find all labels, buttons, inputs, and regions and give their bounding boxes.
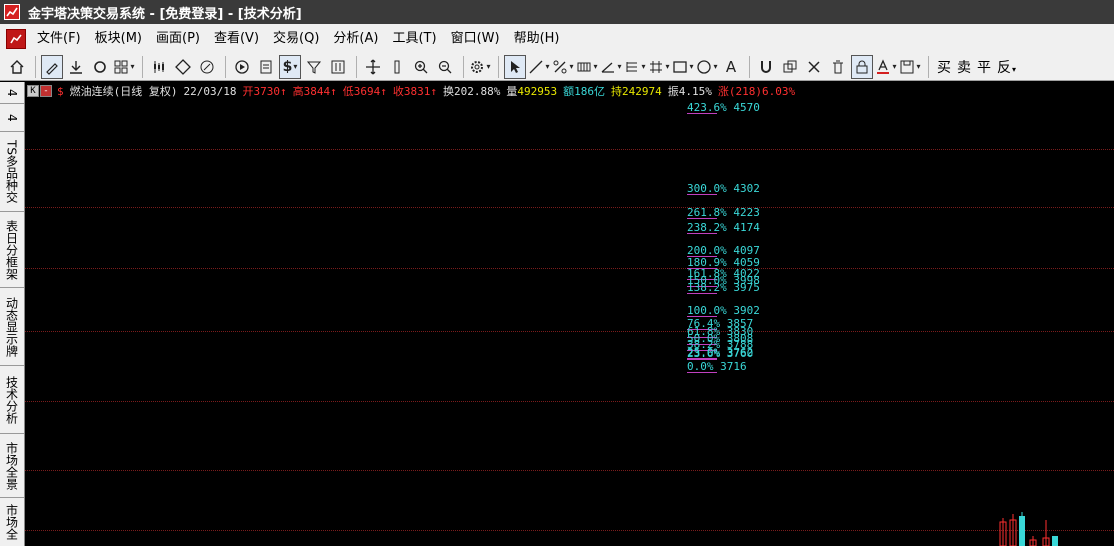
menu-analysis[interactable]: 分析(A): [326, 28, 385, 50]
grid-line: [25, 268, 1114, 269]
minus-button[interactable]: -: [40, 85, 52, 97]
quote-info-bar: K - $ 燃油连续(日线 复权) 22/03/18 开3730↑ 高3844↑…: [27, 84, 801, 98]
grid-line: [25, 207, 1114, 208]
sidebar-tab-market-overview[interactable]: 市场全景: [0, 434, 24, 498]
close-icon[interactable]: [803, 55, 825, 79]
menu-view[interactable]: 查看(V): [207, 28, 266, 50]
ellipse-icon[interactable]: [696, 55, 718, 79]
candlestick-icon[interactable]: [148, 55, 170, 79]
fibonacci-level-label: 261.8% 4223: [687, 206, 760, 220]
menu-help[interactable]: 帮助(H): [507, 28, 567, 50]
high-price: 高3844↑: [292, 85, 337, 98]
dollar-button[interactable]: $: [279, 54, 301, 79]
amplitude: 振4.15%: [667, 85, 712, 98]
open-price: 开3730↑: [242, 85, 287, 98]
low-price: 低3694↑: [342, 85, 387, 98]
zoom-out-icon[interactable]: [434, 55, 456, 79]
grid-line: [25, 331, 1114, 332]
trash-icon[interactable]: [827, 55, 849, 79]
volume-value: 492953: [517, 84, 558, 98]
pointer-icon[interactable]: [504, 54, 526, 79]
toolbar: $ A 买 卖 平 反: [0, 53, 1114, 81]
save-icon[interactable]: [899, 55, 921, 79]
download-icon[interactable]: [65, 55, 87, 79]
font-color-icon[interactable]: [875, 55, 897, 79]
sidebar-tab-multi-symbol[interactable]: TS多品种交: [0, 132, 24, 212]
grid-line: [25, 149, 1114, 150]
filter-icon[interactable]: [303, 55, 325, 79]
symbol-name: 燃油连续(日线 复权): [69, 85, 178, 98]
sidebar-tab-technical-analysis[interactable]: 技术分析: [0, 366, 24, 434]
channel-icon[interactable]: [576, 55, 598, 79]
sort-icon[interactable]: [327, 55, 349, 79]
copy-icon[interactable]: [779, 55, 801, 79]
line-tool-icon[interactable]: [528, 55, 550, 79]
gear-icon[interactable]: [469, 55, 491, 79]
edit-icon[interactable]: [196, 55, 218, 79]
magnet-icon[interactable]: [755, 55, 777, 79]
grid-line: [25, 470, 1114, 471]
change: 涨(218)6.03%: [717, 85, 796, 98]
sell-button[interactable]: 卖: [957, 57, 971, 77]
fibonacci-level-label: 100.0% 3902: [687, 303, 760, 317]
sidebar-tab-frame[interactable]: 表日分框架: [0, 212, 24, 288]
menu-tools[interactable]: 工具(T): [385, 28, 443, 50]
document-icon[interactable]: [255, 55, 277, 79]
text-tool-button[interactable]: A: [720, 55, 742, 79]
lock-icon[interactable]: [851, 54, 873, 79]
fibonacci-level-label: 0.0% 3716: [687, 360, 747, 373]
sidebar-tab-dynamic-board[interactable]: 动态显示牌: [0, 288, 24, 366]
fibonacci-level-label: 138.2% 3975: [687, 281, 760, 295]
menu-screen[interactable]: 画面(P): [149, 28, 207, 50]
refresh-icon[interactable]: [89, 55, 111, 79]
menu-window[interactable]: 窗口(W): [444, 28, 507, 50]
layout-grid-icon[interactable]: [113, 55, 135, 79]
currency-marker: $: [57, 84, 64, 98]
volume-label: 量: [506, 85, 518, 98]
sidebar: 4 4 TS多品种交 表日分框架 动态显示牌 技术分析 市场全景 市场全: [0, 82, 25, 546]
angle-icon[interactable]: [600, 55, 622, 79]
menu-file[interactable]: 文件(F): [30, 28, 88, 50]
reverse-button[interactable]: 反: [997, 57, 1016, 77]
candlestick-series[interactable]: [995, 512, 1095, 546]
open-interest-value: 242974: [621, 84, 662, 98]
zoom-in-icon[interactable]: [410, 55, 432, 79]
menu-trade[interactable]: 交易(Q): [266, 28, 326, 50]
diamond-icon[interactable]: [172, 55, 194, 79]
sidebar-tab-market-partial[interactable]: 市场全: [0, 498, 24, 546]
chart-area[interactable]: K - $ 燃油连续(日线 复权) 22/03/18 开3730↑ 高3844↑…: [25, 82, 1114, 546]
amount-value: 额186亿: [563, 85, 605, 98]
window-title: 金宇塔决策交易系统 - [免费登录] - [技术分析]: [28, 6, 302, 22]
open-interest-label: 持: [610, 85, 622, 98]
quote-date: 22/03/18: [183, 84, 237, 98]
k-button[interactable]: K: [27, 85, 39, 97]
grid-line: [25, 530, 1114, 531]
buy-button[interactable]: 买: [937, 57, 951, 77]
sidebar-tab-2[interactable]: 4: [0, 104, 24, 132]
percent-icon[interactable]: [552, 55, 574, 79]
close-price: 收3831↑: [392, 85, 437, 98]
app-logo-icon: [4, 4, 20, 20]
fibonacci-level-label: 23.6% 3760: [687, 346, 754, 360]
fibonacci-level-label: 423.6% 4570: [687, 101, 760, 114]
horizontal-lines-icon[interactable]: [624, 55, 646, 79]
move-icon[interactable]: [362, 55, 384, 79]
home-icon[interactable]: [6, 55, 28, 79]
menu-sector[interactable]: 板块(M): [88, 28, 149, 50]
close-position-button[interactable]: 平: [977, 57, 991, 77]
play-icon[interactable]: [231, 55, 253, 79]
grid-line: [25, 401, 1114, 402]
window-titlebar: 金宇塔决策交易系统 - [免费登录] - [技术分析]: [0, 0, 1114, 24]
rectangle-icon[interactable]: [672, 55, 694, 79]
sidebar-tab-1[interactable]: 4: [0, 82, 24, 104]
pencil-icon[interactable]: [41, 54, 63, 79]
fibonacci-level-label: 300.0% 4302: [687, 182, 760, 196]
hash-grid-icon[interactable]: [648, 55, 670, 79]
menu-logo-icon[interactable]: [6, 28, 26, 49]
fibonacci-level-label: 238.2% 4174: [687, 221, 760, 235]
menubar: 文件(F) 板块(M) 画面(P) 查看(V) 交易(Q) 分析(A) 工具(T…: [0, 24, 1114, 53]
turnover-rate: 换202.88%: [442, 85, 501, 98]
vertical-bar-icon[interactable]: [386, 55, 408, 79]
